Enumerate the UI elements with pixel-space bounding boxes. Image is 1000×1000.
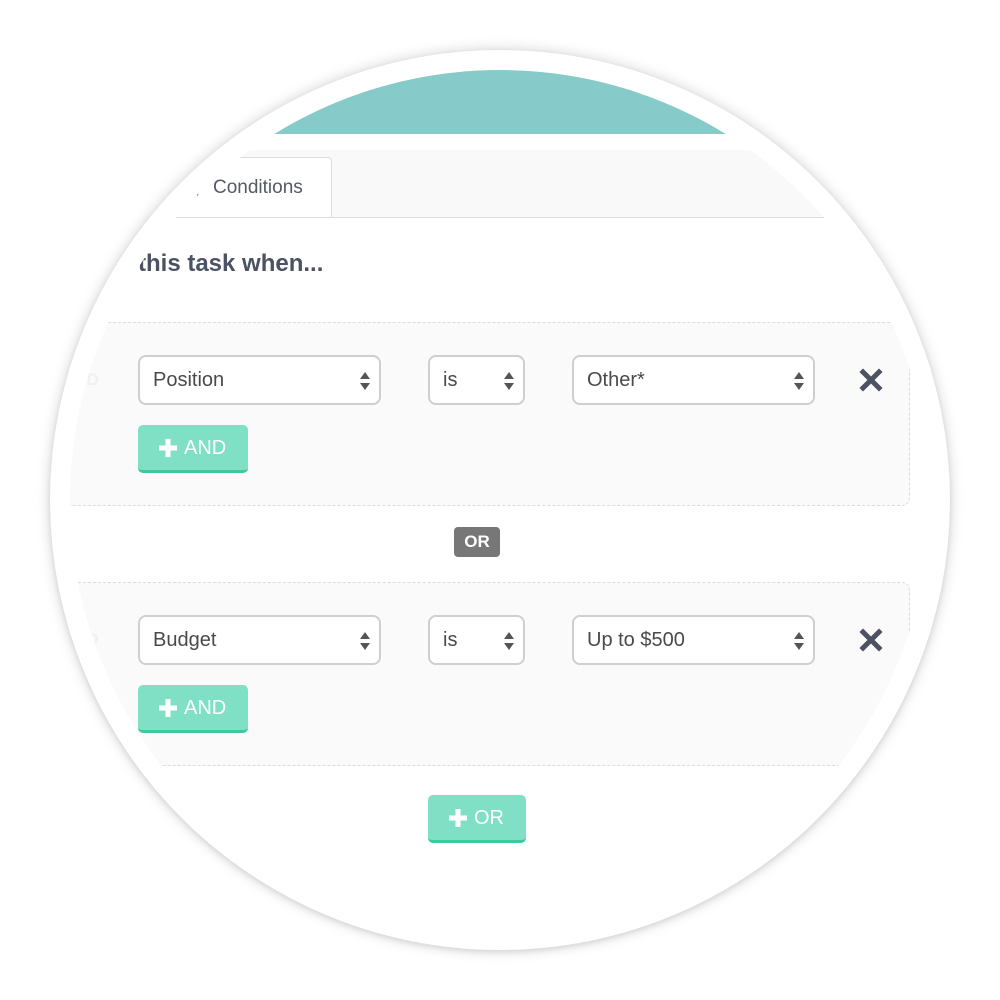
updown-arrows-icon <box>794 632 804 650</box>
section-heading-partial: hen... <box>248 874 311 901</box>
header-gap <box>70 134 930 150</box>
or-separator-badge: OR <box>454 527 500 557</box>
operator-select-value: is <box>443 629 458 651</box>
section-heading: this task when... <box>138 250 324 277</box>
updown-arrows-icon <box>504 632 514 650</box>
field-select[interactable]: Budget <box>138 615 381 665</box>
field-select-value: Position <box>153 369 225 391</box>
value-select[interactable]: Up to $500 <box>572 615 815 665</box>
group-connector-label: AND <box>70 630 99 649</box>
circular-viewport: , Conditions this task when... AND Posit… <box>70 70 930 930</box>
plus-icon <box>449 809 467 827</box>
add-and-label: AND <box>184 697 227 719</box>
updown-arrows-icon <box>794 372 804 390</box>
close-x-icon[interactable] <box>858 367 884 393</box>
value-select-value: Other* <box>587 369 645 391</box>
field-select[interactable]: Position <box>138 355 381 405</box>
add-and-button[interactable]: AND <box>138 685 248 733</box>
tab-conditions[interactable]: , Conditions <box>120 157 332 217</box>
tab-prefix: , <box>195 177 201 198</box>
operator-select[interactable]: is <box>428 615 525 665</box>
condition-group <box>70 322 910 506</box>
value-select-value: Up to $500 <box>587 629 685 651</box>
add-and-label: AND <box>184 437 227 459</box>
updown-arrows-icon <box>360 372 370 390</box>
tab-bar-divider <box>70 217 826 218</box>
add-or-label: OR <box>474 807 504 829</box>
plus-icon <box>159 699 177 717</box>
value-select[interactable]: Other* <box>572 355 815 405</box>
operator-select-value: is <box>443 369 458 391</box>
close-x-icon[interactable] <box>858 627 884 653</box>
tab-label: Conditions <box>213 177 303 198</box>
header-band <box>70 70 930 134</box>
field-select-value: Budget <box>153 629 217 651</box>
group-connector-label: AND <box>70 370 99 389</box>
updown-arrows-icon <box>360 632 370 650</box>
updown-arrows-icon <box>504 372 514 390</box>
operator-select[interactable]: is <box>428 355 525 405</box>
condition-group <box>70 582 910 766</box>
add-and-button[interactable]: AND <box>138 425 248 473</box>
plus-icon <box>159 439 177 457</box>
add-or-button[interactable]: OR <box>428 795 526 843</box>
